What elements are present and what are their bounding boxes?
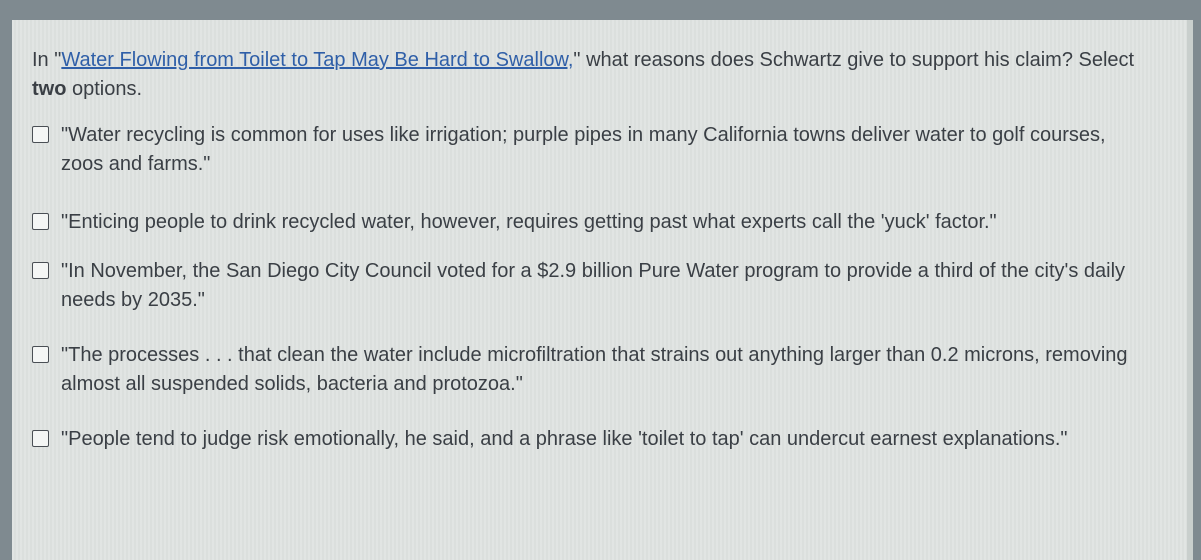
option-checkbox[interactable]	[32, 346, 49, 363]
option-label: "The processes . . . that clean the wate…	[61, 344, 1128, 395]
answer-option-1[interactable]: "Water recycling is common for uses like…	[32, 121, 1142, 179]
article-link[interactable]: Water Flowing from Toilet to Tap May Be …	[61, 49, 573, 71]
option-label: "People tend to judge risk emotionally, …	[61, 428, 1068, 450]
option-checkbox[interactable]	[32, 126, 49, 143]
question-emphasis: two	[32, 78, 67, 100]
option-checkbox[interactable]	[32, 213, 49, 230]
question-body: " what reasons does Schwartz give to sup…	[573, 49, 1135, 71]
option-checkbox[interactable]	[32, 430, 49, 447]
answer-option-4[interactable]: "The processes . . . that clean the wate…	[32, 341, 1162, 399]
question-prefix: In "	[32, 49, 62, 71]
answer-option-5[interactable]: "People tend to judge risk emotionally, …	[32, 425, 1172, 454]
question-suffix: options.	[66, 78, 143, 100]
option-checkbox[interactable]	[32, 262, 49, 279]
question-text: In "Water Flowing from Toilet to Tap May…	[32, 46, 1142, 104]
option-label: "In November, the San Diego City Council…	[61, 260, 1126, 311]
answer-option-3[interactable]: "In November, the San Diego City Council…	[32, 257, 1182, 315]
question-panel: In "Water Flowing from Toilet to Tap May…	[12, 20, 1193, 560]
option-label: "Water recycling is common for uses like…	[61, 124, 1106, 175]
option-label: "Enticing people to drink recycled water…	[61, 211, 997, 233]
answer-option-2[interactable]: "Enticing people to drink recycled water…	[32, 208, 1172, 237]
